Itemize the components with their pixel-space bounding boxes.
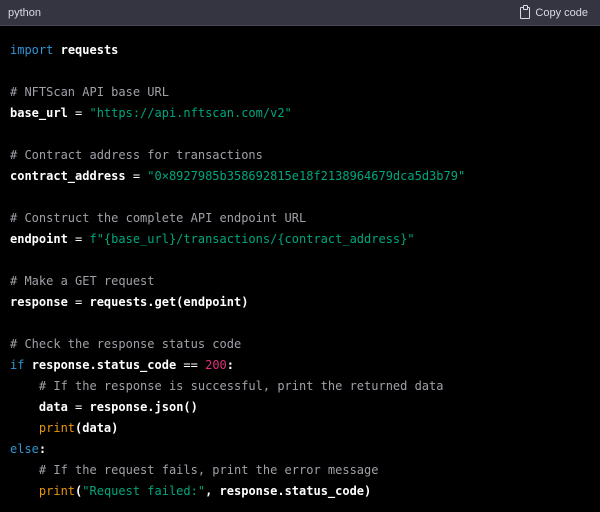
- code-token-op: [10, 421, 39, 435]
- code-token-id: requests: [60, 43, 119, 57]
- code-token-str: "0×8927985b358692815e18f2138964679dca5d3…: [147, 169, 466, 183]
- code-token-cm: # NFTScan API base URL: [10, 85, 169, 99]
- code-line: # Make a GET request: [10, 271, 590, 292]
- code-token-str: f"{base_url}/transactions/{contract_addr…: [89, 232, 415, 246]
- code-token-fn: print: [38, 421, 76, 435]
- code-content: import requests # NFTScan API base URL bas…: [0, 26, 600, 502]
- language-label: python: [8, 6, 42, 19]
- code-token-op: [10, 400, 39, 414]
- code-token-op: [10, 379, 39, 393]
- code-line: data = response.json(): [10, 397, 590, 418]
- code-token-op: [24, 358, 31, 372]
- code-token-op: ==: [176, 358, 206, 372]
- code-token-cm: # Make a GET request: [10, 274, 155, 288]
- code-line: # Contract address for transactions: [10, 145, 590, 166]
- code-token-num: 200: [205, 358, 227, 372]
- code-token-fn: print: [38, 484, 76, 498]
- code-token-cm: # Contract address for transactions: [10, 148, 263, 162]
- code-line: # Check the response status code: [10, 334, 590, 355]
- code-token-cm: # If the request fails, print the error …: [38, 463, 379, 477]
- code-line: # Construct the complete API endpoint UR…: [10, 208, 590, 229]
- code-token-op: =: [67, 295, 90, 309]
- copy-code-button[interactable]: Copy code: [520, 4, 588, 19]
- code-token-id: contract_address: [10, 169, 126, 183]
- code-token-id: base_url: [10, 106, 68, 120]
- code-token-kw: if: [10, 358, 25, 372]
- code-line: base_url = "https://api.nftscan.com/v2": [10, 103, 590, 124]
- code-token-kw: import: [10, 43, 54, 57]
- code-token-str: "Request failed:": [82, 484, 206, 498]
- code-token-op: =: [67, 232, 90, 246]
- code-line: import requests: [10, 40, 590, 61]
- code-line: print("Request failed:", response.status…: [10, 481, 590, 502]
- code-token-id: requests.get(endpoint): [89, 295, 249, 309]
- code-line: else:: [10, 439, 590, 460]
- code-token-id: response.json(): [89, 400, 198, 414]
- code-token-id: response.status_code: [31, 358, 177, 372]
- code-token-id: response: [10, 295, 68, 309]
- code-token-op: =: [67, 400, 90, 414]
- clipboard-icon: [520, 4, 531, 19]
- code-line: if response.status_code == 200:: [10, 355, 590, 376]
- code-line: # NFTScan API base URL: [10, 82, 590, 103]
- code-token-str: "https://api.nftscan.com/v2": [89, 106, 292, 120]
- code-token-cm: # If the response is successful, print t…: [38, 379, 444, 393]
- code-token-op: =: [67, 106, 90, 120]
- code-token-kw: else: [10, 442, 39, 456]
- code-line: endpoint = f"{base_url}/transactions/{co…: [10, 229, 590, 250]
- code-token-op: [10, 484, 39, 498]
- code-token-op: =: [125, 169, 148, 183]
- code-token-id: :: [226, 358, 235, 372]
- code-line: contract_address = "0×8927985b358692815e…: [10, 166, 590, 187]
- code-line: # If the request fails, print the error …: [10, 460, 590, 481]
- code-line: # If the response is successful, print t…: [10, 376, 590, 397]
- code-token-id: (data): [75, 421, 119, 435]
- code-token-cm: # Construct the complete API endpoint UR…: [10, 211, 307, 225]
- code-token-id: :: [38, 442, 47, 456]
- copy-code-label: Copy code: [535, 6, 588, 19]
- code-token-cm: # Check the response status code: [10, 337, 242, 351]
- code-token-id: endpoint: [10, 232, 68, 246]
- code-token-op: [53, 43, 60, 57]
- code-token-op: [10, 463, 39, 477]
- code-line: print(data): [10, 418, 590, 439]
- code-token-id: data: [38, 400, 68, 414]
- code-block-header: python Copy code: [0, 0, 600, 26]
- code-line: response = requests.get(endpoint): [10, 292, 590, 313]
- code-token-id: , response.status_code): [205, 484, 372, 498]
